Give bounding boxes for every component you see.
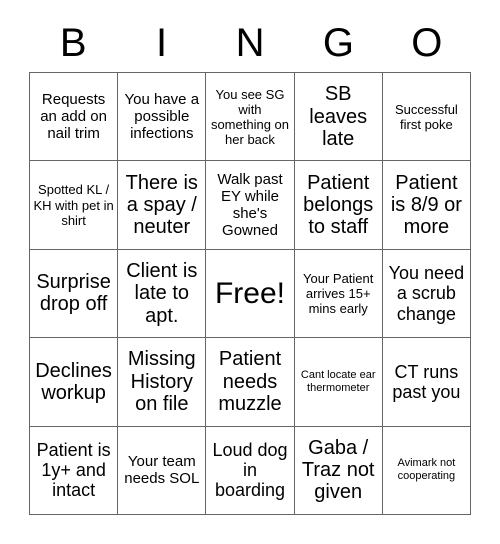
bingo-cell[interactable]: Gaba / Traz not given	[294, 426, 383, 515]
bingo-cell-label: You see SG with something on her back	[210, 86, 290, 147]
bingo-cell-label: Successful first poke	[394, 101, 458, 132]
bingo-cell[interactable]: Walk past EY while she's Gowned	[206, 161, 295, 250]
bingo-header-letter-b: B	[59, 21, 87, 65]
bingo-cell-label: You have a possible infections	[124, 91, 200, 143]
bingo-cell[interactable]: Cant locate ear thermometer	[294, 338, 383, 427]
bingo-cell-free[interactable]: Free!	[206, 249, 295, 339]
bingo-cell[interactable]: CT runs past you	[382, 338, 471, 427]
bingo-cell-label: Free!	[214, 276, 285, 310]
bingo-cell[interactable]: Declines workup	[30, 338, 119, 427]
bingo-cell-label: Declines workup	[35, 359, 112, 404]
bingo-cell-label: Loud dog in boarding	[212, 440, 288, 501]
bingo-cell-label: Patient is 1y+ and intact	[36, 440, 111, 501]
bingo-cell[interactable]: Patient belongs to staff	[294, 161, 383, 250]
bingo-cell[interactable]: Spotted KL / KH with pet in shirt	[30, 161, 119, 250]
bingo-cell-label: There is a spay / neuter	[125, 171, 198, 239]
bingo-cell[interactable]: You see SG with something on her back	[206, 73, 295, 162]
bingo-cell-label: Your Patient arrives 15+ mins early	[303, 270, 374, 317]
bingo-header-letter-n: N	[235, 21, 265, 65]
bingo-cell-label: Spotted KL / KH with pet in shirt	[33, 182, 114, 228]
bingo-header: B I N G O	[29, 14, 471, 72]
bingo-cell-label: Missing History on file	[127, 348, 196, 416]
bingo-cell-label: CT runs past you	[392, 361, 461, 402]
bingo-cell[interactable]: Successful first poke	[382, 73, 471, 162]
bingo-header-letter-o: O	[411, 21, 443, 65]
bingo-cell-label: Gaba / Traz not given	[301, 436, 375, 504]
bingo-cell[interactable]: Your Patient arrives 15+ mins early	[294, 249, 383, 339]
bingo-cell[interactable]: Missing History on file	[118, 338, 207, 427]
bingo-cell[interactable]: There is a spay / neuter	[118, 161, 207, 250]
bingo-cell[interactable]: SB leaves late	[294, 73, 383, 162]
bingo-cell-label: You need a scrub change	[388, 263, 465, 324]
bingo-cell[interactable]: You have a possible infections	[118, 73, 207, 162]
bingo-grid: Requests an add on nail trim You have a p…	[29, 72, 471, 515]
bingo-card: B I N G O Requests an add on nail trim Yo…	[0, 0, 500, 544]
bingo-cell-label: Patient is 8/9 or more	[390, 171, 462, 239]
bingo-cell-label: Your team needs SOL	[124, 453, 200, 488]
bingo-header-letter-g: G	[322, 21, 354, 65]
bingo-cell[interactable]: Patient is 1y+ and intact	[30, 426, 119, 515]
bingo-cell-label: Requests an add on nail trim	[40, 91, 107, 143]
bingo-cell[interactable]: Patient is 8/9 or more	[382, 161, 471, 250]
bingo-header-letter-i: I	[156, 21, 168, 65]
bingo-cell[interactable]: You need a scrub change	[382, 249, 471, 339]
bingo-cell-label: Cant locate ear thermometer	[300, 368, 376, 394]
bingo-cell[interactable]: Loud dog in boarding	[206, 426, 295, 515]
bingo-cell-label: Walk past EY while she's Gowned	[217, 170, 283, 240]
bingo-cell[interactable]: Your team needs SOL	[118, 426, 207, 515]
bingo-cell[interactable]: Client is late to apt.	[118, 249, 207, 339]
bingo-cell-label: Patient belongs to staff	[303, 171, 374, 239]
bingo-cell[interactable]: Avimark not cooperating	[382, 426, 471, 515]
bingo-cell-label: Avimark not cooperating	[397, 457, 456, 483]
bingo-cell-label: Patient needs muzzle	[218, 348, 282, 416]
bingo-cell[interactable]: Requests an add on nail trim	[30, 73, 119, 162]
bingo-cell-label: SB leaves late	[309, 83, 368, 150]
bingo-cell-label: Surprise drop off	[36, 271, 111, 316]
bingo-cell-label: Client is late to apt.	[126, 259, 198, 327]
bingo-cell[interactable]: Patient needs muzzle	[206, 338, 295, 427]
bingo-cell[interactable]: Surprise drop off	[30, 249, 119, 339]
